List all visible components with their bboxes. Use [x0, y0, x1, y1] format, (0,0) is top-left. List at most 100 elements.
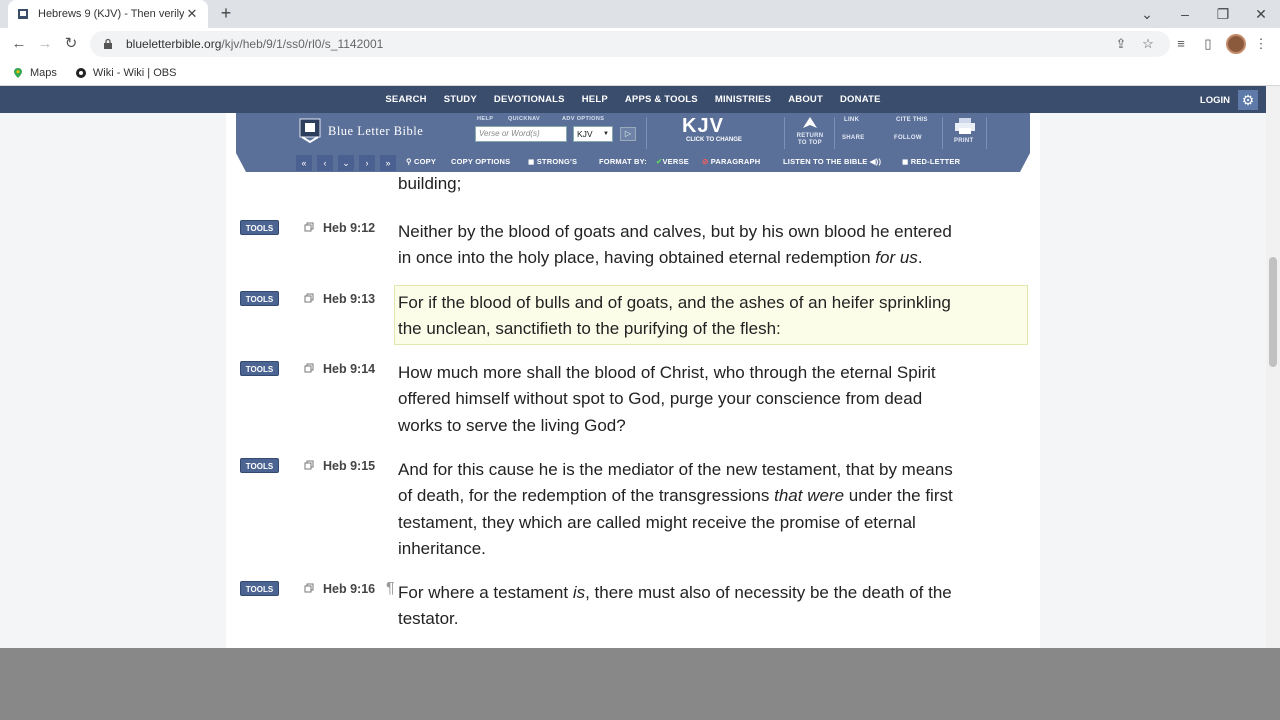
verse-reference[interactable]: Heb 9:15 [323, 459, 375, 473]
login-link[interactable]: LOGIN [1200, 95, 1230, 106]
strongs-toggle[interactable]: ◼ STRONG'S [528, 157, 577, 166]
follow-label[interactable]: FOLLOW [894, 135, 922, 141]
nav-apps-tools[interactable]: APPS & TOOLS [625, 94, 698, 105]
chapter-down-icon[interactable]: ⌄ [338, 155, 354, 171]
bible-subbar: « ‹ ⌄ › » ⚲ COPY COPY OPTIONS ◼ STRONG'S… [226, 153, 1040, 173]
listen-button[interactable]: LISTEN TO THE BIBLE ◀)) [783, 157, 881, 166]
verse-reference[interactable]: Heb 9:13 [323, 292, 375, 306]
reload-icon[interactable]: ↻ [60, 34, 82, 54]
share-page-icon[interactable]: ⇪ [1110, 34, 1132, 54]
paragraph-mark: ¶ [386, 580, 395, 597]
reading-list-icon[interactable]: ≡ [1170, 34, 1192, 54]
wiki-icon [75, 67, 86, 78]
copy-verse-icon[interactable] [304, 363, 314, 373]
bookmarks-bar: Maps Wiki - Wiki | OBS [0, 60, 1280, 86]
last-chapter-icon[interactable]: » [380, 155, 396, 171]
tools-button[interactable]: TOOLS [240, 291, 279, 306]
address-bar-row: ← → ↻ blueletterbible.org/kjv/heb/9/1/ss… [0, 28, 1280, 60]
bookmark-star-icon[interactable]: ☆ [1137, 34, 1159, 54]
nav-help[interactable]: HELP [582, 94, 608, 105]
first-chapter-icon[interactable]: « [296, 155, 312, 171]
new-tab-icon[interactable]: + [216, 4, 236, 24]
nav-ministries[interactable]: MINISTRIES [715, 94, 771, 105]
forward-icon[interactable]: → [34, 34, 56, 54]
tab-close-icon[interactable]: ✕ [184, 6, 200, 22]
copy-verse-icon[interactable] [304, 460, 314, 470]
nav-study[interactable]: STUDY [444, 94, 477, 105]
browser-tab[interactable]: Hebrews 9 (KJV) - Then verily tha ✕ [8, 0, 208, 28]
book-logo-icon [299, 118, 321, 144]
lock-icon [104, 38, 112, 49]
speaker-icon: ◀)) [869, 157, 882, 166]
tools-button[interactable]: TOOLS [240, 220, 279, 235]
bookmark-wiki[interactable]: Wiki - Wiki | OBS [75, 66, 177, 79]
adv-options-label[interactable]: ADV OPTIONS [562, 116, 604, 122]
quicknav-label: QUICKNAV [508, 116, 541, 122]
minimize-icon[interactable]: – [1166, 0, 1204, 28]
window-close-icon[interactable]: ✕ [1242, 0, 1280, 28]
gear-icon[interactable]: ⚙ [1238, 90, 1258, 110]
version-big-label[interactable]: KJV [682, 115, 724, 138]
restore-icon[interactable]: ❐ [1204, 0, 1242, 28]
print-label[interactable]: PRINT [954, 138, 974, 144]
verse-reference[interactable]: Heb 9:12 [323, 221, 375, 235]
link-label[interactable]: LINK [844, 117, 859, 123]
bookmark-label: Wiki - Wiki | OBS [92, 66, 177, 79]
profile-avatar[interactable] [1226, 34, 1246, 54]
nav-donate[interactable]: DONATE [840, 94, 881, 105]
tools-button[interactable]: TOOLS [240, 361, 279, 376]
bookmark-label: Maps [30, 66, 57, 79]
verse-text: Neither by the blood of goats and calves… [398, 222, 952, 268]
url-field[interactable]: blueletterbible.org/kjv/heb/9/1/ss0/rl0/… [90, 31, 1170, 57]
tools-button[interactable]: TOOLS [240, 581, 279, 596]
copy-verse-icon[interactable] [304, 222, 314, 232]
verse-text: How much more shall the blood of Christ,… [398, 363, 936, 435]
menu-dots-icon[interactable]: ⋮ [1250, 34, 1272, 54]
nav-devotionals[interactable]: DEVOTIONALS [494, 94, 565, 105]
format-paragraph-option[interactable]: ⊘ PARAGRAPH [702, 157, 760, 166]
copy-button[interactable]: ⚲ COPY [406, 157, 436, 166]
verse-text: For where a testament is, there must als… [398, 583, 952, 629]
divider [986, 117, 987, 149]
scrollbar-thumb[interactable] [1269, 257, 1277, 367]
verse-text: For if the blood of bulls and of goats, … [398, 293, 951, 339]
nav-about[interactable]: ABOUT [788, 94, 823, 105]
divider [834, 117, 835, 149]
tools-button[interactable]: TOOLS [240, 458, 279, 473]
verse-search-input[interactable]: Verse or Word(s) [475, 126, 567, 142]
side-panel-icon[interactable]: ▯ [1197, 34, 1219, 54]
bookmark-maps[interactable]: Maps [12, 67, 57, 79]
format-verse-option[interactable]: ✔VERSE [656, 157, 689, 166]
url-path: /kjv/heb/9/1/ss0/rl0/s_1142001 [221, 37, 384, 51]
go-button[interactable]: ▷ [620, 127, 636, 141]
format-by-label: FORMAT BY: [599, 157, 647, 166]
copy-verse-icon[interactable] [304, 293, 314, 303]
blb-favicon-icon [16, 7, 30, 21]
share-label[interactable]: SHARE [842, 135, 865, 141]
verse-reference[interactable]: Heb 9:14 [323, 362, 375, 376]
print-icon[interactable] [954, 117, 976, 135]
bible-toolbar: Blue Letter Bible HELP QUICKNAV ADV OPTI… [236, 113, 1030, 153]
divider [784, 117, 785, 149]
help-label[interactable]: HELP [477, 116, 493, 122]
click-to-change-label[interactable]: CLICK TO CHANGE [686, 137, 742, 143]
next-chapter-icon[interactable]: › [359, 155, 375, 171]
logo-text: Blue Letter Bible [328, 123, 424, 138]
copy-options-button[interactable]: COPY OPTIONS [451, 157, 510, 166]
previous-chapter-icon[interactable]: ‹ [317, 155, 333, 171]
url-domain: blueletterbible.org [126, 37, 222, 51]
maps-icon [14, 67, 22, 78]
red-letter-toggle[interactable]: ◼ RED-LETTER [902, 157, 960, 166]
verse-text: And for this cause he is the mediator of… [398, 460, 953, 558]
copy-verse-icon[interactable] [304, 583, 314, 593]
page-scrollbar[interactable] [1266, 86, 1280, 648]
version-select[interactable]: KJV ▼ [573, 126, 613, 142]
verse-reference[interactable]: Heb 9:16 [323, 582, 375, 596]
return-to-top-label[interactable]: RETURN TO TOP [794, 133, 826, 147]
return-to-top-icon[interactable] [802, 116, 818, 130]
cite-this-label[interactable]: CITE THIS [896, 117, 928, 123]
nav-search[interactable]: SEARCH [385, 94, 426, 105]
blb-logo[interactable]: Blue Letter Bible [296, 117, 423, 145]
tab-search-icon[interactable]: ⌄ [1128, 0, 1166, 28]
back-icon[interactable]: ← [8, 34, 30, 54]
